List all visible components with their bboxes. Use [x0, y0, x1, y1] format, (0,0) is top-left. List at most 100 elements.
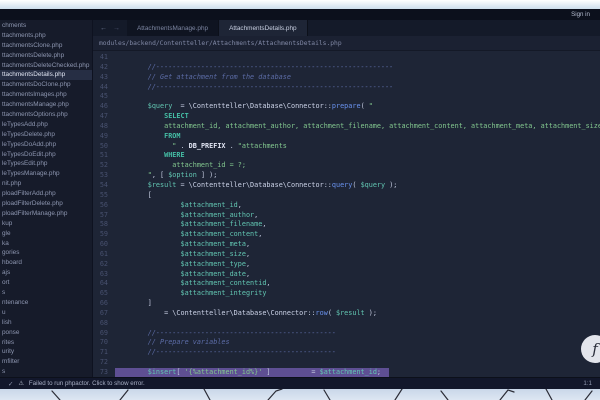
code-line[interactable]: 52 attachment_id = ?;	[93, 161, 600, 171]
file-item[interactable]: nit.php	[0, 179, 92, 189]
file-item[interactable]: ttachmentsManage.php	[0, 100, 92, 110]
code-line[interactable]: 69 //-----------------------------------…	[93, 329, 600, 339]
code-line[interactable]: 51 WHERE	[93, 151, 600, 161]
code-line[interactable]: 55 [	[93, 191, 600, 201]
file-item[interactable]: ponse	[0, 328, 92, 338]
code-line[interactable]: 58 $attachment_filename,	[93, 220, 600, 230]
code-line[interactable]: 70 // Prepare variables	[93, 338, 600, 348]
file-item[interactable]: ttachments.php	[0, 31, 92, 41]
file-item[interactable]: ajs	[0, 268, 92, 278]
tab-strip: AttachmentsManage.phpAttachmentsDetails.…	[127, 20, 308, 36]
file-item[interactable]: urity	[0, 347, 92, 357]
file-item[interactable]: kup	[0, 219, 92, 229]
code-line[interactable]: 73 $insert[ '{%attachment_id%}' ] = $att…	[93, 368, 600, 377]
code-line[interactable]: 54 $result = \Contentteller\Database\Con…	[93, 181, 600, 191]
file-item[interactable]: ttachmentsDelete.php	[0, 51, 92, 61]
code-line[interactable]: 72	[93, 358, 600, 368]
code-line[interactable]: 48 attachment_id, attachment_author, att…	[93, 122, 600, 132]
code-line[interactable]: 65 $attachment_integrity	[93, 289, 600, 299]
code-line[interactable]: 71 //-----------------------------------…	[93, 348, 600, 358]
code-line[interactable]: 68	[93, 319, 600, 329]
file-item[interactable]: leTypesManage.php	[0, 169, 92, 179]
code-text: = \Contentteller\Database\Connector::row…	[115, 309, 377, 319]
file-item[interactable]: leTypesDoAdd.php	[0, 140, 92, 150]
file-item[interactable]: ort	[0, 278, 92, 288]
editor-tab[interactable]: AttachmentsManage.php	[127, 20, 219, 36]
code-line[interactable]: 44 //-----------------------------------…	[93, 83, 600, 93]
file-item[interactable]: ploadFilterDelete.php	[0, 199, 92, 209]
file-item[interactable]: s	[0, 367, 92, 377]
line-number: 53	[93, 171, 115, 181]
line-number: 61	[93, 250, 115, 260]
file-item[interactable]: chments	[0, 21, 92, 31]
file-item[interactable]: ttachmentsDoClone.php	[0, 80, 92, 90]
file-item[interactable]: ttachmentsClone.php	[0, 41, 92, 51]
code-line[interactable]: 53 ", [ $option ] );	[93, 171, 600, 181]
code-line[interactable]: 61 $attachment_size,	[93, 250, 600, 260]
code-line[interactable]: 60 $attachment_meta,	[93, 240, 600, 250]
file-item[interactable]: ttachmentsDeleteChecked.php	[0, 61, 92, 71]
file-item[interactable]: ploadFilterManage.php	[0, 209, 92, 219]
code-line[interactable]: 59 $attachment_content,	[93, 230, 600, 240]
file-item[interactable]: gle	[0, 229, 92, 239]
line-number: 70	[93, 338, 115, 348]
code-line[interactable]: 50 " . DB_PREFIX . "attachments	[93, 142, 600, 152]
code-editor[interactable]: 4142 //---------------------------------…	[93, 51, 600, 377]
code-line[interactable]: 45	[93, 92, 600, 102]
file-item[interactable]: s	[0, 288, 92, 298]
line-number: 52	[93, 161, 115, 171]
file-item[interactable]: leTypesDoEdit.php	[0, 150, 92, 160]
code-line[interactable]: 63 $attachment_date,	[93, 270, 600, 280]
code-line[interactable]: 57 $attachment_author,	[93, 211, 600, 221]
status-error-message[interactable]: Failed to run phpactor. Click to show er…	[29, 380, 145, 387]
code-line[interactable]: 46 $query = \Contentteller\Database\Conn…	[93, 102, 600, 112]
code-text: attachment_id = ?;	[115, 161, 246, 171]
code-text: $attachment_size,	[115, 250, 250, 260]
file-item[interactable]: ntenance	[0, 298, 92, 308]
file-item[interactable]: rites	[0, 338, 92, 348]
file-item[interactable]: mfilter	[0, 357, 92, 367]
file-item[interactable]: gories	[0, 248, 92, 258]
main-area: chmentsttachments.phpttachmentsClone.php…	[0, 20, 600, 377]
file-item[interactable]: leTypesAdd.php	[0, 120, 92, 130]
code-text: $attachment_type,	[115, 260, 250, 270]
file-item[interactable]: hboard	[0, 258, 92, 268]
code-text: $attachment_content,	[115, 230, 262, 240]
breadcrumb[interactable]: modules/backend/Contentteller/Attachment…	[93, 36, 600, 51]
code-line[interactable]: 64 $attachment_contentid,	[93, 279, 600, 289]
file-item[interactable]: u	[0, 308, 92, 318]
file-item[interactable]: ttachmentsDetails.php	[0, 70, 92, 80]
line-number: 68	[93, 319, 115, 329]
code-line[interactable]: 67 = \Contentteller\Database\Connector::…	[93, 309, 600, 319]
code-text: //--------------------------------------…	[115, 329, 336, 339]
cursor-position[interactable]: 1:1	[583, 380, 592, 387]
back-arrow-icon[interactable]: ←	[100, 25, 107, 32]
code-line[interactable]: 66 ]	[93, 299, 600, 309]
line-number: 55	[93, 191, 115, 201]
forward-arrow-icon[interactable]: →	[113, 25, 120, 32]
code-line[interactable]: 56 $attachment_id,	[93, 201, 600, 211]
file-item[interactable]: leTypesEdit.php	[0, 159, 92, 169]
code-text: $attachment_integrity	[115, 289, 266, 299]
desktop-wallpaper-top	[0, 0, 600, 9]
line-number: 63	[93, 270, 115, 280]
file-item[interactable]: ploadFilterAdd.php	[0, 189, 92, 199]
line-number: 45	[93, 92, 115, 102]
code-line[interactable]: 41	[93, 53, 600, 63]
file-item[interactable]: ttachmentsImages.php	[0, 90, 92, 100]
code-line[interactable]: 42 //-----------------------------------…	[93, 63, 600, 73]
file-item[interactable]: leTypesDelete.php	[0, 130, 92, 140]
file-item[interactable]: lish	[0, 318, 92, 328]
code-text: attachment_id, attachment_author, attach…	[115, 122, 600, 132]
code-text: $insert[ '{%attachment_id%}' ] = $attach…	[115, 368, 389, 377]
file-item[interactable]: ka	[0, 239, 92, 249]
code-line[interactable]: 49 FROM	[93, 132, 600, 142]
code-line[interactable]: 62 $attachment_type,	[93, 260, 600, 270]
code-line[interactable]: 43 // Get attachment from the database	[93, 73, 600, 83]
code-line[interactable]: 47 SELECT	[93, 112, 600, 122]
editor-tab[interactable]: AttachmentsDetails.php	[219, 20, 308, 36]
project-panel[interactable]: chmentsttachments.phpttachmentsClone.php…	[0, 20, 93, 377]
sign-in-button[interactable]: Sign in	[571, 11, 590, 18]
check-icon[interactable]: ✓	[8, 380, 13, 388]
file-item[interactable]: ttachmentsOptions.php	[0, 110, 92, 120]
